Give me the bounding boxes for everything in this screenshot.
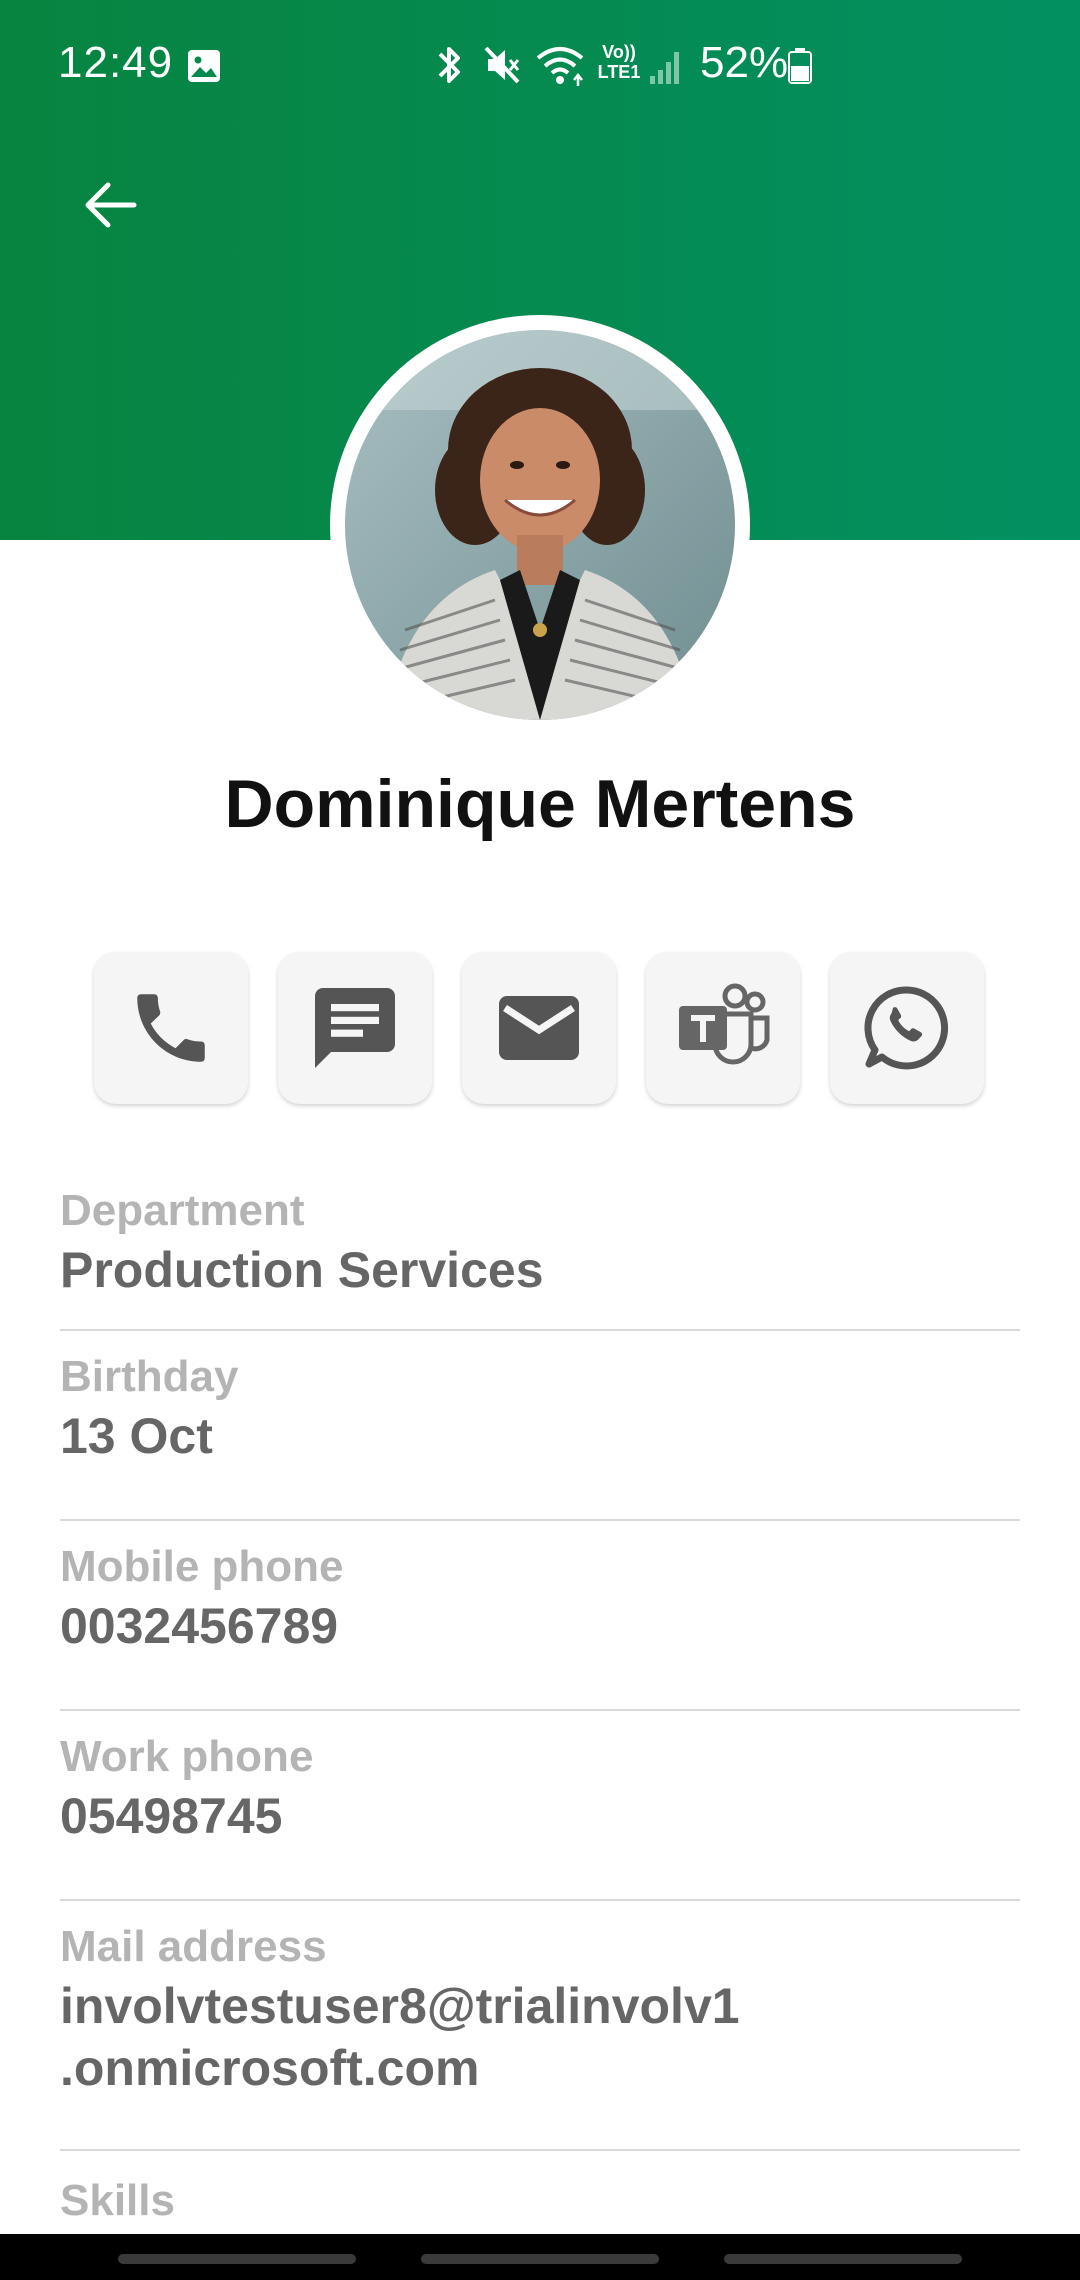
message-button[interactable] xyxy=(278,952,432,1104)
work-phone-value[interactable]: 05498745 xyxy=(60,1785,1020,1847)
message-icon xyxy=(315,988,395,1068)
birthday-label: Birthday xyxy=(60,1352,239,1401)
status-bar: 12:49 Vo)) LTE1 52% xyxy=(0,0,1080,130)
department-label: Department xyxy=(60,1186,305,1235)
mute-icon xyxy=(484,46,520,84)
mobile-phone-field[interactable]: Mobile phone 0032456789 xyxy=(60,1521,1020,1711)
work-phone-field[interactable]: Work phone 05498745 xyxy=(60,1711,1020,1901)
whatsapp-icon xyxy=(864,986,949,1070)
signal-icon xyxy=(650,52,679,84)
teams-button[interactable] xyxy=(646,952,800,1104)
contact-details: Department Production Services Birthday … xyxy=(60,1175,1020,2151)
department-field: Department Production Services xyxy=(60,1175,1020,1331)
nav-handle-left[interactable] xyxy=(118,2254,356,2264)
nav-handle-center[interactable] xyxy=(421,2254,659,2264)
contact-name: Dominique Mertens xyxy=(224,766,856,842)
mail-address-value-line1[interactable]: involvtestuser8@trialinvolv1 xyxy=(60,1975,1020,2037)
mail-icon xyxy=(499,996,579,1060)
work-phone-label: Work phone xyxy=(60,1732,314,1781)
back-arrow-icon xyxy=(85,182,137,228)
status-time: 12:49 xyxy=(58,38,174,87)
mail-address-field[interactable]: Mail address involvtestuser8@trialinvolv… xyxy=(60,1901,1020,2151)
nav-handle-right[interactable] xyxy=(724,2254,962,2264)
back-button[interactable] xyxy=(70,170,150,240)
profile-photo xyxy=(345,330,735,720)
gallery-icon xyxy=(188,50,220,82)
call-button[interactable] xyxy=(94,952,248,1104)
mail-address-label: Mail address xyxy=(60,1922,327,1971)
department-value: Production Services xyxy=(60,1242,544,1298)
teams-icon xyxy=(679,983,770,1065)
avatar xyxy=(345,330,735,720)
email-button[interactable] xyxy=(462,952,616,1104)
system-nav-bar xyxy=(0,2234,1080,2280)
battery-percentage: 52% xyxy=(700,38,789,87)
volte-icon: Vo)) LTE1 xyxy=(596,42,642,82)
volte-label-bottom: LTE1 xyxy=(597,62,641,82)
birthday-field: Birthday 13 Oct xyxy=(60,1331,1020,1521)
phone-icon xyxy=(137,994,205,1062)
bluetooth-icon xyxy=(438,47,460,83)
skills-label: Skills xyxy=(60,2176,175,2225)
mobile-phone-label: Mobile phone xyxy=(60,1542,344,1591)
battery-icon xyxy=(788,48,812,84)
mobile-phone-value[interactable]: 0032456789 xyxy=(60,1595,1020,1657)
wifi-icon xyxy=(536,47,584,86)
contact-actions xyxy=(94,952,986,1104)
volte-label-top: Vo)) xyxy=(602,42,636,62)
whatsapp-button[interactable] xyxy=(830,952,984,1104)
mail-address-value-line2[interactable]: .onmicrosoft.com xyxy=(60,2037,1020,2099)
birthday-value: 13 Oct xyxy=(60,1408,213,1464)
